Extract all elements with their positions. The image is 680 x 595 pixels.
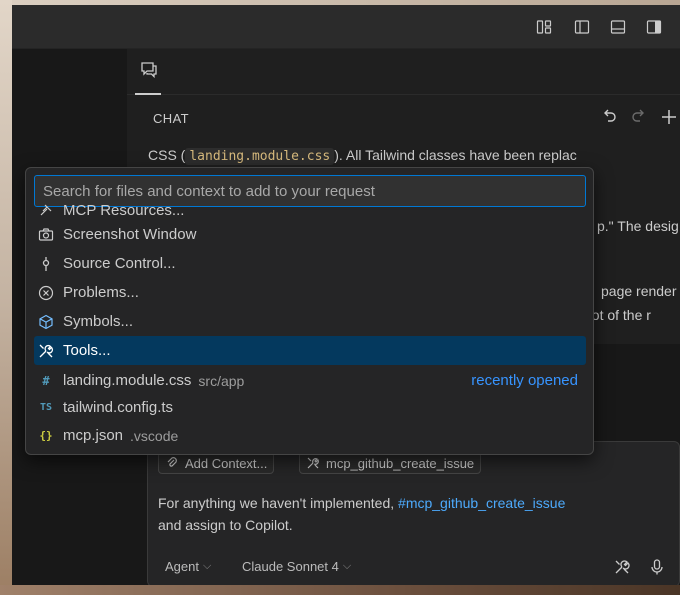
list-item[interactable]: Source Control...	[34, 249, 586, 278]
model-picker-dropdown[interactable]: Claude Sonnet 4 ⌵	[242, 559, 351, 574]
css-file-icon: #	[42, 373, 50, 388]
inline-code: landing.module.css	[185, 148, 335, 165]
list-item-selected[interactable]: Tools...	[34, 336, 586, 365]
chat-icon[interactable]	[139, 59, 159, 79]
chat-response-line: p." The desig	[597, 218, 679, 234]
desktop-frame-left	[0, 0, 12, 595]
context-quick-pick: MCP Resources... Screenshot Window Sourc…	[25, 167, 594, 455]
chat-input-text[interactable]: For anything we haven't implemented, #mc…	[158, 492, 678, 536]
desktop-frame-bottom	[0, 585, 680, 595]
agent-mode-dropdown[interactable]: Agent ⌵	[165, 559, 211, 574]
undo-icon[interactable]	[599, 107, 619, 127]
chevron-down-icon: ⌵	[342, 560, 352, 572]
list-item[interactable]: Screenshot Window	[34, 220, 586, 249]
list-item[interactable]: Symbols...	[34, 307, 586, 336]
chat-input-box[interactable]: Add Context... mcp_github_create_issue F…	[147, 441, 680, 585]
chat-response-line: CSS (landing.module.css). All Tailwind c…	[148, 147, 577, 165]
chevron-down-icon: ⌵	[202, 560, 212, 572]
list-item[interactable]: {} mcp.json .vscode	[34, 421, 586, 450]
chat-header: CHAT	[127, 97, 680, 137]
panel-tab-bar	[127, 49, 680, 95]
attach-icon	[167, 457, 177, 467]
toggle-primary-sidebar-icon[interactable]	[574, 19, 590, 35]
vscode-window: CHAT CSS (landing.module.css). All Tailw…	[12, 5, 680, 585]
customize-layout-icon[interactable]	[536, 19, 552, 35]
list-item[interactable]: MCP Resources...	[34, 201, 586, 219]
active-tab-indicator	[135, 93, 161, 95]
source-control-icon	[37, 255, 55, 273]
redo-icon[interactable]	[629, 107, 649, 127]
tool-reference: #mcp_github_create_issue	[398, 495, 566, 511]
add-context-button[interactable]: Add Context...	[158, 452, 275, 474]
json-file-icon: {}	[39, 429, 53, 442]
list-item[interactable]: TS tailwind.config.ts	[34, 393, 586, 422]
problems-icon	[37, 284, 55, 302]
list-item[interactable]: Problems...	[34, 278, 586, 307]
chat-title: CHAT	[153, 111, 190, 126]
microphone-icon[interactable]	[648, 558, 666, 576]
camera-icon	[37, 226, 55, 244]
new-chat-icon[interactable]	[659, 107, 679, 127]
mcp-icon	[37, 201, 55, 219]
recently-opened-label: recently opened	[471, 372, 578, 389]
tool-context-chip[interactable]: mcp_github_create_issue	[299, 452, 482, 474]
tools-icon	[37, 342, 55, 360]
chat-response-line: page render	[601, 283, 677, 299]
toggle-secondary-sidebar-icon[interactable]	[646, 19, 662, 35]
title-bar	[12, 5, 680, 49]
tools-icon[interactable]	[613, 558, 631, 576]
ts-file-icon: TS	[39, 402, 53, 413]
tool-chip-label: mcp_github_create_issue	[326, 455, 475, 471]
list-item[interactable]: # landing.module.css src/app recently op…	[34, 366, 586, 395]
tools-icon	[307, 457, 319, 469]
symbol-icon	[37, 313, 55, 331]
add-context-label: Add Context...	[185, 455, 268, 471]
toggle-panel-icon[interactable]	[610, 19, 626, 35]
